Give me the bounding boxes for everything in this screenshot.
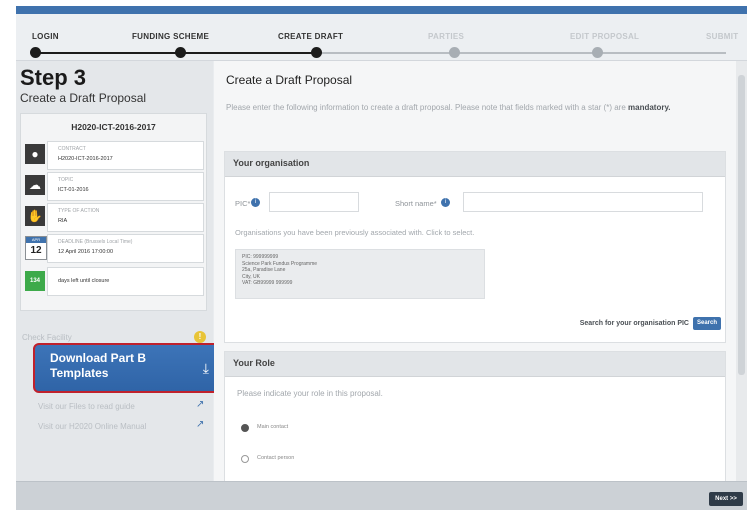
info-value: ICT-01-2016	[58, 187, 89, 193]
info-label: TYPE OF ACTION	[58, 208, 100, 214]
info-box: TYPE OF ACTION RIA	[47, 203, 204, 232]
info-label: TOPIC	[58, 177, 74, 183]
info-row-topic: ☁ TOPIC ICT-01-2016	[23, 172, 204, 201]
download-part-b-templates-button[interactable]: Download Part B Templates ⤓	[33, 343, 223, 393]
panel-header: Your Role	[225, 352, 725, 377]
external-link-icon: ↗	[196, 419, 205, 430]
pic-label: PIC*	[235, 199, 251, 208]
info-box: CONTRACT H2020-ICT-2016-2017	[47, 141, 204, 170]
info-box: DEADLINE (Brussels Local Time) 12 April …	[47, 234, 204, 263]
progress-line-done	[36, 52, 336, 54]
progress-line-pending	[316, 52, 726, 54]
days-left-text: days left until closure	[58, 278, 110, 284]
calendar-icon: APR 12	[25, 236, 47, 260]
step-label-create-draft: CREATE DRAFT	[278, 32, 344, 41]
associated-organisation-item[interactable]: PIC: 999999999 Science Park Fundus Progr…	[235, 249, 485, 299]
guide-link[interactable]: Visit our Files to read guide	[38, 402, 135, 411]
info-icon[interactable]: i	[251, 198, 260, 207]
org-line: VAT: GB99999 999999	[242, 280, 293, 286]
step-dot-parties	[449, 47, 460, 58]
short-name-input[interactable]	[463, 192, 703, 212]
days-left-badge: 134	[25, 271, 45, 291]
intro-text-bold: mandatory.	[628, 103, 671, 112]
info-label: DEADLINE (Brussels Local Time)	[58, 239, 133, 245]
panel-header: Your organisation	[225, 152, 725, 177]
info-row-deadline: APR 12 DEADLINE (Brussels Local Time) 12…	[23, 234, 204, 263]
step-dot-edit-proposal	[592, 47, 603, 58]
scrollbar-thumb[interactable]	[738, 75, 745, 375]
info-row-contract: ● CONTRACT H2020-ICT-2016-2017	[23, 141, 204, 170]
warning-icon: !	[194, 331, 206, 343]
organisation-panel: Your organisation PIC* i Short name* i O…	[224, 151, 726, 343]
role-instruction-text: Please indicate your role in this propos…	[237, 389, 383, 398]
step-title: Step 3	[20, 65, 87, 90]
cloud-icon: ☁	[25, 175, 45, 195]
main-contact-label: Main contact	[257, 424, 289, 430]
info-value: H2020-ICT-2016-2017	[58, 156, 113, 162]
calendar-day: 12	[30, 245, 42, 256]
info-value: RIA	[58, 218, 68, 224]
info-row-days-left: 134 days left until closure	[23, 267, 204, 296]
info-value: 12 April 2016 17:00:00	[58, 249, 114, 255]
info-row-type-of-action: ✋ TYPE OF ACTION RIA	[23, 203, 204, 232]
contact-person-label: Contact person	[257, 455, 295, 461]
main-contact-radio[interactable]	[241, 424, 249, 432]
organisation-panel-title: Your organisation	[233, 158, 310, 168]
role-panel-title: Your Role	[233, 358, 275, 368]
intro-text-body: Please enter the following information t…	[226, 103, 628, 112]
role-panel: Your Role Please indicate your role in t…	[224, 351, 726, 482]
footer-bar: Next >>	[16, 481, 747, 510]
short-name-label: Short name*	[395, 199, 437, 208]
progress-steps: LOGIN FUNDING SCHEME CREATE DRAFT PARTIE…	[16, 14, 747, 61]
next-button[interactable]: Next >>	[709, 492, 743, 506]
download-button-label: Download Part B Templates	[50, 351, 147, 380]
top-accent-bar	[16, 6, 747, 14]
info-box: TOPIC ICT-01-2016	[47, 172, 204, 201]
call-info-card: H2020-ICT-2016-2017 ● CONTRACT H2020-ICT…	[20, 113, 207, 311]
associated-organisations-text: Organisations you have been previously a…	[235, 228, 475, 237]
external-link-icon: ↗	[196, 399, 205, 410]
step-dot-create-draft	[311, 47, 322, 58]
check-facility-link[interactable]: Check Facility	[22, 333, 72, 342]
step-label-parties: PARTIES	[428, 32, 465, 41]
info-label: CONTRACT	[58, 146, 86, 152]
step-dot-funding-scheme	[175, 47, 186, 58]
app-window: LOGIN FUNDING SCHEME CREATE DRAFT PARTIE…	[16, 6, 747, 510]
scrollbar[interactable]	[736, 61, 747, 481]
user-icon: ●	[25, 144, 45, 164]
pic-input[interactable]	[269, 192, 359, 212]
sidebar: Step 3 Create a Draft Proposal H2020-ICT…	[16, 61, 213, 481]
search-pic-label: Search for your organisation PIC	[579, 320, 689, 327]
search-button[interactable]: Search	[693, 317, 721, 330]
step-label-funding-scheme: FUNDING SCHEME	[132, 32, 210, 41]
hand-icon: ✋	[25, 206, 45, 226]
step-label-submit: SUBMIT	[706, 32, 739, 41]
step-label-edit-proposal: EDIT PROPOSAL	[570, 32, 640, 41]
page-title: Create a Draft Proposal	[226, 73, 353, 87]
info-icon[interactable]: i	[441, 198, 450, 207]
step-label-login: LOGIN	[32, 32, 59, 41]
contact-person-radio[interactable]	[241, 455, 249, 463]
step-subtitle: Create a Draft Proposal	[20, 91, 147, 105]
download-icon: ⤓	[202, 360, 209, 376]
main-content: Create a Draft Proposal Please enter the…	[214, 61, 736, 482]
manual-link[interactable]: Visit our H2020 Online Manual	[38, 422, 146, 431]
info-box: days left until closure	[47, 267, 204, 296]
call-id: H2020-ICT-2016-2017	[71, 122, 156, 132]
intro-text: Please enter the following information t…	[226, 101, 706, 115]
step-dot-login	[30, 47, 41, 58]
